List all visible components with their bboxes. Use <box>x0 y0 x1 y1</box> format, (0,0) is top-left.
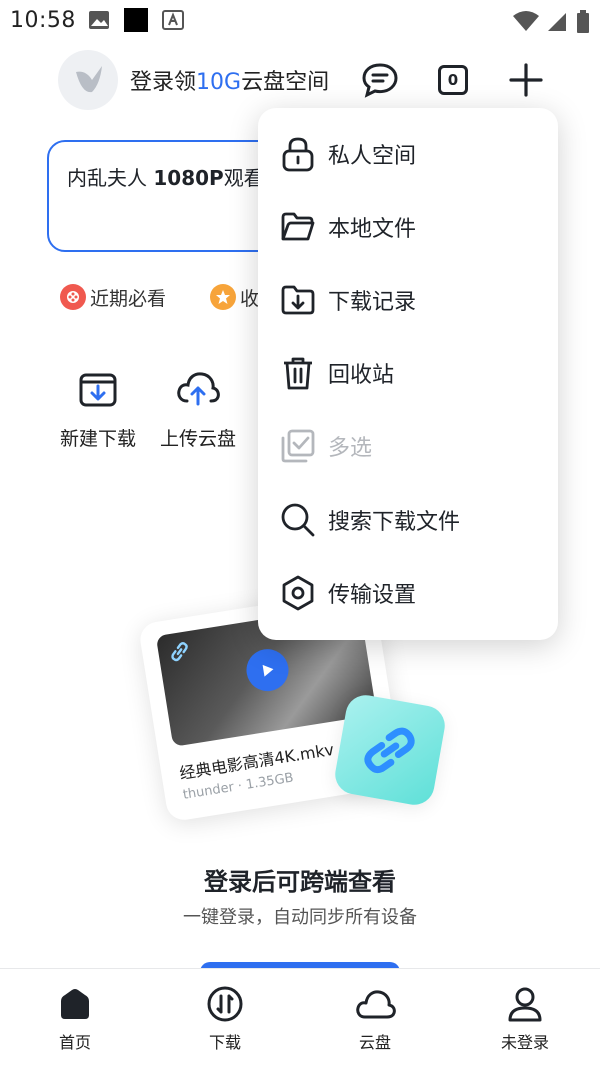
menu-item-transfer-settings[interactable]: 传输设置 <box>258 563 558 623</box>
notification-square-icon <box>124 8 148 32</box>
menu-item-download-record[interactable]: 下载记录 <box>258 270 558 330</box>
download-icon <box>150 985 300 1023</box>
cloud-upload-icon <box>177 372 220 406</box>
tab-download-label: 下载 <box>208 1033 241 1052</box>
cloud-icon <box>300 985 450 1023</box>
bottom-tab-bar: 首页 下载 云盘 未登录 <box>0 968 600 1067</box>
login-prompt[interactable]: 登录领10G云盘空间 <box>130 64 329 96</box>
menu-label-search-downloads: 搜索下载文件 <box>328 510 461 535</box>
gallery-icon <box>88 10 110 30</box>
lock-icon <box>278 134 318 174</box>
search-text-bold: 1080P <box>153 166 224 190</box>
menu-item-local-files[interactable]: 本地文件 <box>258 197 558 257</box>
link-tile <box>332 692 448 808</box>
search-icon <box>278 500 318 540</box>
trash-icon <box>278 353 318 393</box>
upload-cloud-button[interactable]: 上传云盘 <box>148 368 248 451</box>
upload-cloud-label: 上传云盘 <box>159 428 236 450</box>
home-icon <box>0 985 150 1023</box>
tab-download[interactable]: 下载 <box>150 985 300 1053</box>
app-logo-icon <box>76 66 102 93</box>
chip-recent-label: 近期必看 <box>90 287 167 310</box>
tab-cloud-label: 云盘 <box>358 1033 391 1052</box>
add-menu-popup: 私人空间 本地文件 下载记录 回收站 多选 搜索下载文件 传输设置 <box>258 108 558 640</box>
menu-item-private-space[interactable]: 私人空间 <box>258 124 558 184</box>
tab-account[interactable]: 未登录 <box>450 985 600 1053</box>
wifi-icon <box>512 10 540 31</box>
menu-item-multi-select[interactable]: 多选 <box>258 416 558 476</box>
tab-cloud[interactable]: 云盘 <box>300 985 450 1053</box>
star-icon <box>210 284 236 310</box>
new-download-button[interactable]: 新建下载 <box>48 368 148 451</box>
battery-icon <box>576 10 590 33</box>
plus-icon <box>509 63 543 97</box>
menu-label-private-space: 私人空间 <box>328 144 417 169</box>
login-prefix: 登录领 <box>130 70 197 95</box>
task-count-button[interactable]: 0 <box>433 60 473 100</box>
signal-icon <box>546 10 568 31</box>
folder-icon <box>278 207 318 247</box>
message-button[interactable] <box>360 60 400 100</box>
play-icon <box>243 646 292 695</box>
task-count-badge: 0 <box>438 65 468 95</box>
search-text-normal: 内乱夫人 <box>67 166 154 190</box>
menu-label-download-record: 下载记录 <box>328 290 417 315</box>
tab-home-label: 首页 <box>58 1033 91 1052</box>
menu-label-local-files: 本地文件 <box>328 217 417 242</box>
avatar[interactable] <box>58 50 118 110</box>
user-icon <box>450 985 600 1023</box>
login-highlight: 10G <box>196 70 242 95</box>
menu-item-recycle-bin[interactable]: 回收站 <box>258 343 558 403</box>
tab-account-label: 未登录 <box>500 1033 549 1052</box>
menu-item-search-downloads[interactable]: 搜索下载文件 <box>258 490 558 550</box>
menu-label-recycle-bin: 回收站 <box>328 363 395 388</box>
new-download-label: 新建下载 <box>59 428 136 450</box>
chip-favorites-label: 收 <box>240 287 260 310</box>
status-bar: 10:58 <box>0 0 600 44</box>
add-button[interactable] <box>506 60 546 100</box>
menu-label-multi-select: 多选 <box>328 436 373 461</box>
search-text: 内乱夫人 1080P观看 <box>67 162 264 191</box>
chip-favorites[interactable]: 收 <box>210 282 259 312</box>
link-small-icon <box>167 639 193 668</box>
tab-home[interactable]: 首页 <box>0 985 150 1053</box>
settings-icon <box>278 573 318 613</box>
promo-title: 登录后可跨端查看 <box>204 868 396 896</box>
status-time: 10:58 <box>10 8 76 33</box>
multi-select-icon <box>278 426 318 466</box>
download-record-icon <box>278 280 318 320</box>
film-reel-icon <box>60 284 86 310</box>
login-suffix: 云盘空间 <box>241 70 330 95</box>
chip-recent[interactable]: 近期必看 <box>60 282 166 312</box>
new-download-icon <box>79 373 117 407</box>
chat-icon <box>362 63 398 98</box>
app-notification-icon <box>162 10 184 30</box>
link-icon <box>364 727 415 774</box>
menu-label-transfer-settings: 传输设置 <box>328 583 417 608</box>
promo-subtitle: 一键登录，自动同步所有设备 <box>183 907 417 928</box>
